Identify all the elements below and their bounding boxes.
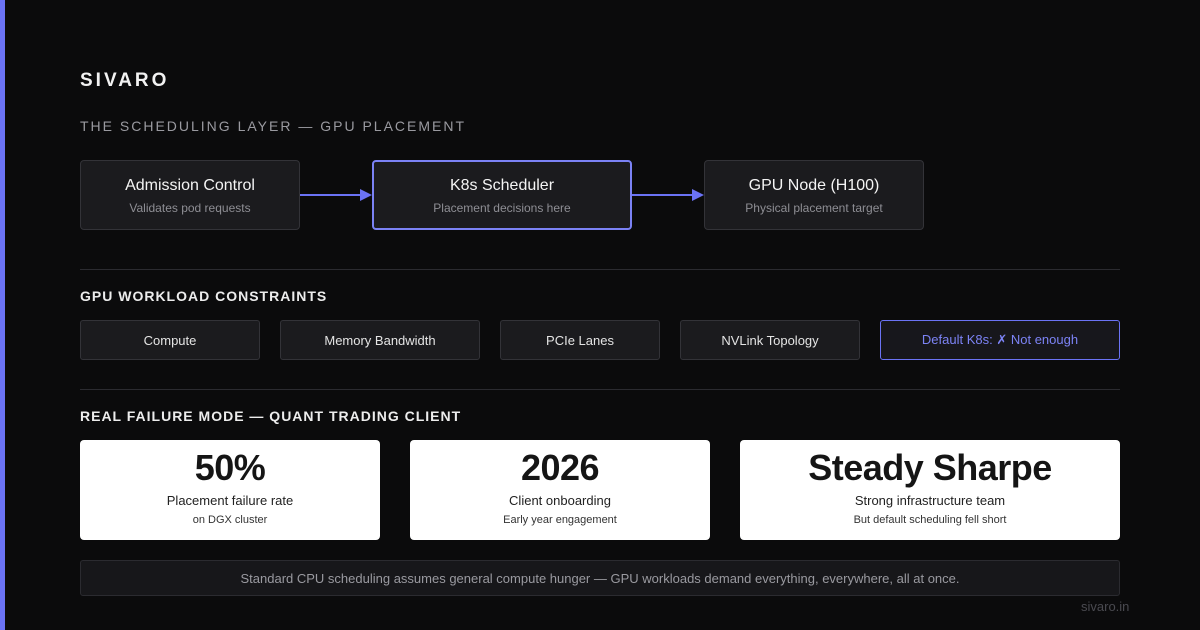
stat-value: 2026 xyxy=(520,447,600,488)
flow-node-desc: Placement decisions here xyxy=(433,201,571,215)
site-url: sivaro.in xyxy=(1081,599,1130,614)
flow-arrow-1 xyxy=(300,189,372,201)
stat-label: Placement failure rate xyxy=(166,493,294,508)
constraint-chip-pcie-lanes: PCIe Lanes xyxy=(500,320,660,360)
stat-label: Client onboarding xyxy=(509,493,611,508)
flow-arrow-2 xyxy=(632,189,704,201)
constraint-chip-memory-bandwidth: Memory Bandwidth xyxy=(280,320,480,360)
failure-mode-title: REAL FAILURE MODE — QUANT TRADING CLIENT xyxy=(80,408,462,424)
stat-value: 50% xyxy=(194,447,266,488)
flow-node-k8s-scheduler: K8s Scheduler Placement decisions here xyxy=(372,160,632,230)
flow-node-title: K8s Scheduler xyxy=(449,177,555,194)
flow-node-admission-control: Admission Control Validates pod requests xyxy=(80,160,300,230)
constraint-chip-nvlink-topology: NVLink Topology xyxy=(680,320,860,360)
stat-label: Strong infrastructure team xyxy=(854,493,1006,508)
constraint-chip-compute: Compute xyxy=(80,320,260,360)
constraints-title: GPU WORKLOAD CONSTRAINTS xyxy=(80,288,328,304)
flow-node-desc: Validates pod requests xyxy=(129,201,251,215)
page-subtitle: THE SCHEDULING LAYER — GPU PLACEMENT xyxy=(80,118,467,134)
stat-value: Steady Sharpe xyxy=(808,447,1052,488)
footer-note: Standard CPU scheduling assumes general … xyxy=(80,560,1120,596)
brand-logo: SIVARO xyxy=(80,70,170,91)
stat-note: on DGX cluster xyxy=(192,514,268,526)
stat-note: Early year engagement xyxy=(503,514,617,526)
section-divider xyxy=(80,269,1120,270)
flow-node-title: Admission Control xyxy=(125,177,255,194)
stat-card-infrastructure: Steady Sharpe Strong infrastructure team… xyxy=(740,440,1120,540)
stat-card-onboarding: 2026 Client onboarding Early year engage… xyxy=(410,440,710,540)
flow-node-title: GPU Node (H100) xyxy=(748,177,880,194)
stat-card-failure-rate: 50% Placement failure rate on DGX cluste… xyxy=(80,440,380,540)
stat-note: But default scheduling fell short xyxy=(853,514,1007,526)
section-divider xyxy=(80,389,1120,390)
accent-bar xyxy=(0,0,5,630)
constraint-chip-default-k8s: Default K8s: ✗ Not enough xyxy=(880,320,1120,360)
flow-node-gpu-node: GPU Node (H100) Physical placement targe… xyxy=(704,160,924,230)
flow-node-desc: Physical placement target xyxy=(745,201,883,215)
